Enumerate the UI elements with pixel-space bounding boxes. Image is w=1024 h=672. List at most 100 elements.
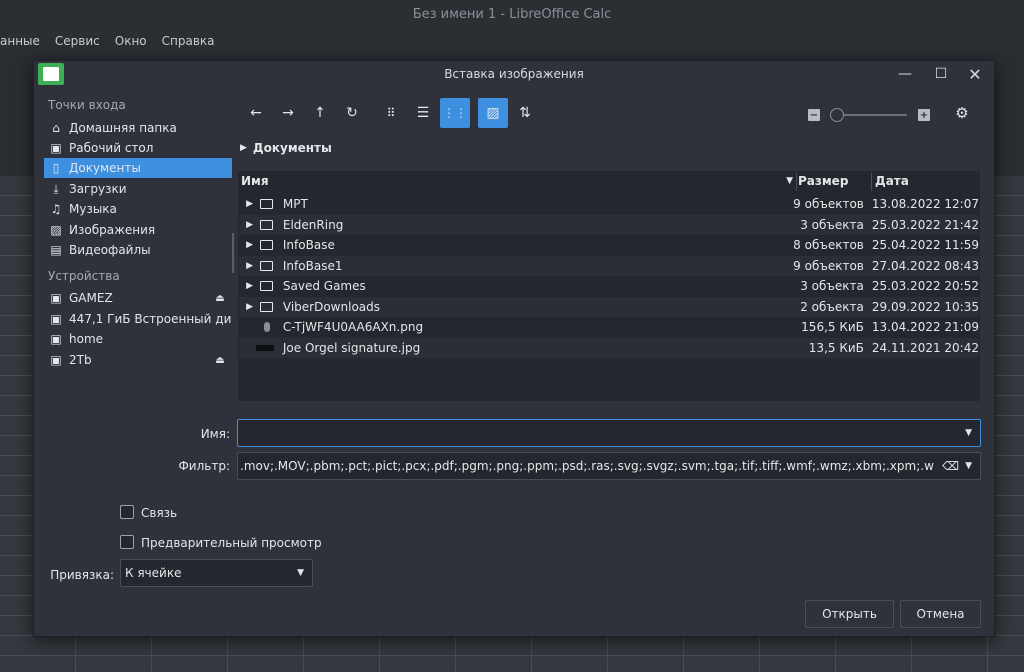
- home-icon: ⌂: [52, 121, 60, 135]
- preview-checkbox[interactable]: [120, 535, 134, 549]
- table-row[interactable]: Joe Orgel signature.jpg 13,5 КиБ 24.11.2…: [239, 338, 979, 358]
- video-icon: ▤: [50, 243, 62, 257]
- devices-header: Устройства: [48, 269, 120, 283]
- maximize-icon[interactable]: ☐: [932, 65, 950, 83]
- preview-checkbox-label: Предварительный просмотр: [141, 536, 322, 550]
- expand-arrow-icon[interactable]: ▶: [243, 261, 256, 271]
- expand-arrow-icon[interactable]: ▶: [243, 302, 256, 312]
- document-icon: ▯: [52, 161, 60, 175]
- folder-icon: [260, 280, 277, 292]
- chevron-down-icon[interactable]: ▼: [965, 461, 972, 471]
- clear-text-icon[interactable]: ⌫: [942, 459, 959, 473]
- folder-icon: [260, 239, 277, 251]
- column-header-name[interactable]: Имя ▼: [241, 171, 797, 191]
- sort-icon[interactable]: ⇅: [510, 98, 540, 128]
- download-icon: ⤓: [53, 181, 59, 196]
- table-row[interactable]: ▶ Saved Games 3 объекта 25.03.2022 20:52: [239, 276, 979, 296]
- zoom-in-icon[interactable]: +: [918, 109, 930, 121]
- expand-arrow-icon[interactable]: ▶: [243, 220, 256, 230]
- folder-icon: [260, 301, 277, 313]
- breadcrumb-current: Документы: [252, 141, 332, 155]
- image-thumbnail-icon: [260, 321, 277, 333]
- zoom-slider-handle[interactable]: [830, 108, 844, 122]
- image-icon: ▨: [50, 223, 62, 237]
- filter-label: Фильтр:: [178, 459, 230, 473]
- drive-icon: ▣: [50, 353, 62, 367]
- link-checkbox-label: Связь: [141, 506, 178, 520]
- table-row[interactable]: ▶ ViberDownloads 2 объекта 29.09.2022 10…: [239, 297, 979, 317]
- sidebar-item-music[interactable]: ♫ Музыка: [44, 199, 232, 219]
- icon-view-icon[interactable]: ⠿: [376, 98, 406, 128]
- table-row[interactable]: C-TjWF4U0AA6AXn.png 156,5 КиБ 13.04.2022…: [239, 317, 979, 337]
- sidebar-item-desktop[interactable]: ▣ Рабочий стол: [44, 138, 232, 158]
- table-row[interactable]: ▶ InfoBase1 9 объектов 27.04.2022 08:43: [239, 256, 979, 276]
- sidebar-item-pictures[interactable]: ▨ Изображения: [44, 220, 232, 240]
- app-menubar: анные Сервис Окно Справка: [0, 28, 1024, 54]
- sidebar-device-internal-disk[interactable]: ▣ 447,1 ГиБ Встроенный ди...: [44, 309, 232, 329]
- anchor-label: Привязка:: [50, 568, 114, 582]
- expand-arrow-icon[interactable]: ▶: [243, 240, 256, 250]
- folder-icon: [260, 219, 277, 231]
- link-checkbox[interactable]: [120, 505, 134, 519]
- name-label: Имя:: [200, 427, 230, 441]
- sidebar-item-home[interactable]: ⌂ Домашняя папка: [44, 118, 232, 138]
- eject-icon[interactable]: ⏏: [212, 355, 228, 366]
- expand-arrow-icon[interactable]: ▶: [243, 281, 256, 291]
- music-icon: ♫: [50, 202, 62, 216]
- filename-input[interactable]: ▼: [237, 419, 981, 447]
- places-header: Точки входа: [48, 98, 126, 112]
- folder-icon: [260, 198, 277, 210]
- triangle-right-icon: ▶: [240, 143, 247, 153]
- sidebar-device-gamez[interactable]: ▣ GAMEZ ⏏: [44, 288, 232, 308]
- menu-window[interactable]: Окно: [115, 34, 147, 48]
- expand-arrow-icon[interactable]: ▶: [243, 199, 256, 209]
- breadcrumb[interactable]: ▶ Документы: [240, 141, 332, 155]
- preview-image-icon[interactable]: ▨: [478, 98, 508, 128]
- list-view-icon[interactable]: ☰: [408, 98, 438, 128]
- sort-descending-icon: ▼: [786, 176, 793, 186]
- column-header-size[interactable]: Размер: [798, 171, 870, 191]
- drive-icon: ▣: [50, 291, 62, 305]
- column-header-date[interactable]: Дата: [875, 171, 975, 191]
- eject-icon[interactable]: ⏏: [212, 293, 228, 304]
- sidebar-item-documents[interactable]: ▯ Документы: [44, 158, 232, 178]
- menu-tools[interactable]: Сервис: [55, 34, 100, 48]
- drive-icon: ▣: [50, 312, 62, 326]
- column-divider: [871, 173, 872, 191]
- libreoffice-calc-icon: [38, 63, 64, 85]
- zoom-out-icon[interactable]: −: [808, 109, 820, 121]
- image-thumbnail-icon: [256, 342, 277, 354]
- chevron-down-icon[interactable]: ▼: [297, 568, 304, 578]
- filter-select[interactable]: .mov;.MOV;.pbm;.pct;.pict;.pcx;.pdf;.pgm…: [237, 452, 981, 480]
- up-arrow-icon[interactable]: ↑: [305, 98, 335, 128]
- sidebar-device-home[interactable]: ▣ home: [44, 329, 232, 349]
- dialog-titlebar: Вставка изображения: [34, 61, 994, 87]
- cancel-button[interactable]: Отмена: [900, 600, 981, 628]
- gear-icon[interactable]: ⚙: [947, 98, 977, 128]
- open-button[interactable]: Открыть: [805, 600, 894, 628]
- sidebar-device-2tb[interactable]: ▣ 2Tb ⏏: [44, 350, 232, 370]
- table-row[interactable]: ▶ InfoBase 8 объектов 25.04.2022 11:59: [239, 235, 979, 255]
- anchor-select[interactable]: К ячейке ▼: [120, 559, 313, 587]
- forward-arrow-icon[interactable]: →: [273, 98, 303, 128]
- drive-icon: ▣: [50, 332, 62, 346]
- menu-data[interactable]: анные: [0, 34, 40, 48]
- insert-image-dialog: Вставка изображения — ☐ ✕ Точки входа ⌂ …: [33, 60, 995, 637]
- column-divider: [796, 173, 797, 191]
- sidebar-item-downloads[interactable]: ⤓ Загрузки: [44, 179, 232, 199]
- menu-help[interactable]: Справка: [162, 34, 215, 48]
- sidebar-scrollbar[interactable]: [232, 233, 234, 273]
- sidebar-item-videos[interactable]: ▤ Видеофайлы: [44, 240, 232, 260]
- table-row[interactable]: ▶ MPT 9 объектов 13.08.2022 12:07: [239, 194, 979, 214]
- detailed-view-icon[interactable]: ⋮⋮: [440, 98, 470, 128]
- folder-icon: [260, 260, 277, 272]
- back-arrow-icon[interactable]: ←: [241, 98, 271, 128]
- desktop-icon: ▣: [50, 141, 62, 155]
- table-row[interactable]: ▶ EldenRing 3 объекта 25.03.2022 21:42: [239, 215, 979, 235]
- dialog-title: Вставка изображения: [444, 67, 584, 81]
- refresh-icon[interactable]: ↻: [337, 98, 367, 128]
- chevron-down-icon[interactable]: ▼: [965, 428, 972, 438]
- minimize-icon[interactable]: —: [896, 65, 914, 83]
- app-window-title: Без имени 1 - LibreOffice Calc: [0, 0, 1024, 28]
- close-icon[interactable]: ✕: [966, 65, 984, 84]
